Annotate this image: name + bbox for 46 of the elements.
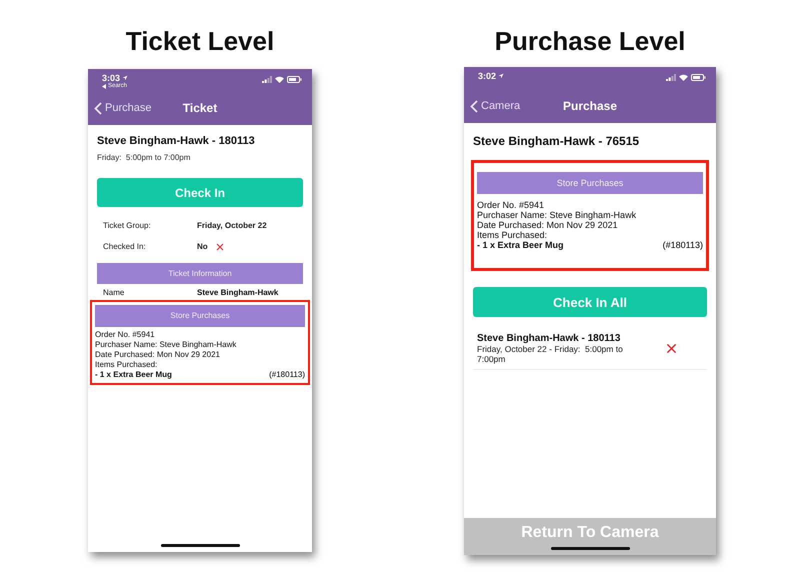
purchase-detail: Items Purchased: bbox=[477, 230, 548, 240]
info-value: Steve Bingham-Hawk bbox=[197, 288, 278, 296]
purchased-item: - 1 x Extra Beer Mug bbox=[477, 240, 564, 250]
ticket-schedule: Friday, October 22 - Friday: 5:00pm to 7:00pm bbox=[477, 344, 624, 364]
ticket-reference: (#180113) bbox=[269, 370, 305, 380]
detail-value: Friday, October 22 bbox=[197, 221, 267, 230]
chevron-left-icon bbox=[94, 102, 102, 114]
back-triangle-icon bbox=[102, 84, 106, 88]
purchase-detail: Order No. #5941 bbox=[477, 200, 546, 210]
detail-label: Ticket Group: bbox=[103, 221, 152, 230]
status-time: 3:02 bbox=[478, 71, 496, 81]
signal-icon bbox=[262, 76, 272, 83]
battery-icon bbox=[287, 76, 302, 83]
session-time: Friday: 5:00pm to 7:00pm bbox=[97, 153, 192, 162]
purchase-detail: Order No. #5941 bbox=[95, 330, 156, 340]
wifi-icon bbox=[275, 76, 284, 83]
attendee-heading: Steve Bingham-Hawk - 180113 bbox=[97, 135, 256, 147]
screen-title: Ticket bbox=[182, 101, 218, 115]
figure-title: Purchase Level bbox=[494, 25, 686, 57]
section-header: Store Purchases bbox=[95, 305, 305, 327]
chevron-left-icon bbox=[470, 100, 478, 112]
detail-value: No bbox=[197, 242, 208, 251]
ticket-row[interactable]: Steve Bingham-Hawk - 180113 Friday, October 22 - Friday: 5:00pm to 7:00pm bbox=[473, 317, 707, 370]
detail-label: Checked In: bbox=[103, 242, 147, 251]
location-arrow-icon bbox=[122, 75, 128, 81]
ticket-reference: (#180113) bbox=[662, 240, 703, 250]
purchase-detail: Purchaser Name: Steve Bingham-Hawk bbox=[95, 340, 238, 350]
section-header: Store Purchases bbox=[477, 172, 703, 194]
section-header: Ticket Information bbox=[97, 263, 303, 284]
back-button[interactable]: Purchase bbox=[94, 102, 152, 114]
attendee-heading: Steve Bingham-Hawk - 76515 bbox=[473, 134, 640, 148]
location-arrow-icon bbox=[498, 73, 504, 79]
wifi-icon bbox=[679, 74, 688, 81]
signal-icon bbox=[666, 74, 676, 81]
purchase-detail: Items Purchased: bbox=[95, 360, 158, 370]
screen-title: Purchase bbox=[562, 99, 618, 113]
purchase-detail: Purchaser Name: Steve Bingham-Hawk bbox=[477, 210, 638, 220]
info-label: Name bbox=[103, 288, 126, 296]
figure-title: Ticket Level bbox=[126, 25, 274, 57]
purchased-item: - 1 x Extra Beer Mug bbox=[95, 370, 172, 380]
purchase-detail: Date Purchased: Mon Nov 29 2021 bbox=[477, 220, 619, 230]
ticket-title: Steve Bingham-Hawk - 180113 bbox=[477, 332, 622, 344]
battery-icon bbox=[691, 74, 706, 81]
status-time: 3:03 bbox=[102, 73, 120, 83]
back-button[interactable]: Camera bbox=[470, 100, 520, 112]
purchase-detail: Date Purchased: Mon Nov 29 2021 bbox=[95, 350, 221, 360]
